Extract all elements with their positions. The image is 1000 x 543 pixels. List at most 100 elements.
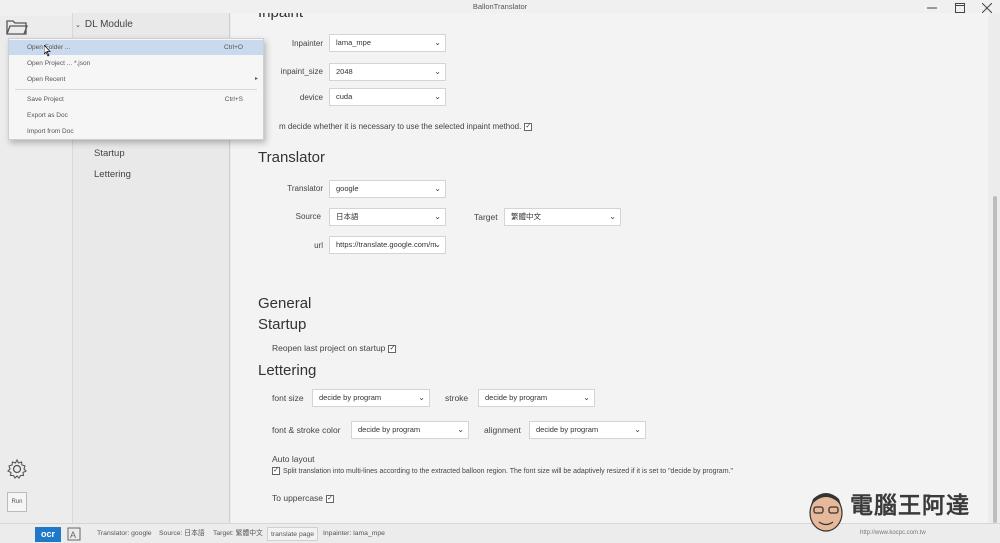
menu-export-doc-label: Export as Doc: [27, 112, 68, 119]
menu-open-folder-shortcut: Ctrl+O: [224, 44, 243, 51]
chevron-down-icon: ⌄: [457, 425, 464, 434]
font-size-label: font size: [272, 393, 304, 403]
watermark-text: 電腦王阿達: [850, 492, 970, 518]
url-label: url: [314, 241, 323, 250]
device-select[interactable]: cuda ⌄: [329, 88, 446, 106]
uppercase-label: To uppercase: [272, 493, 324, 503]
menu-open-project[interactable]: Open Project ... *.json: [9, 56, 263, 71]
chevron-down-icon: ⌄: [609, 212, 616, 221]
font-size-value: decide by program: [319, 393, 382, 402]
target-value: 繁體中文: [511, 212, 541, 221]
text-detect-icon[interactable]: A: [67, 527, 83, 542]
run-button[interactable]: Run: [7, 492, 27, 512]
inpaint-size-value: 2048: [336, 67, 353, 76]
settings-gear-icon[interactable]: [6, 458, 28, 480]
auto-layout-row[interactable]: ✓ Split translation into multi-lines acco…: [272, 467, 733, 475]
source-label: Source: [295, 212, 321, 221]
menu-save-project-shortcut: Ctrl+S: [224, 96, 243, 103]
device-value: cuda: [336, 92, 353, 101]
watermark-url: http://www.kocpc.com.tw: [860, 530, 926, 536]
inpaint-checkbox[interactable]: ✓: [524, 122, 533, 131]
chevron-down-icon: ⌄: [434, 67, 441, 76]
chevron-down-icon: ⌄: [434, 92, 441, 101]
nav-item-lettering[interactable]: Lettering: [94, 169, 131, 180]
translator-value: google: [336, 184, 359, 193]
nav-item-startup[interactable]: Startup: [94, 148, 125, 159]
alignment-select[interactable]: decide by program ⌄: [529, 421, 646, 439]
chevron-right-icon: ▸: [254, 76, 258, 82]
source-value: 日本語: [336, 212, 359, 221]
source-select[interactable]: 日本語 ⌄: [329, 208, 446, 226]
stroke-label: stroke: [445, 393, 469, 403]
translator-select[interactable]: google ⌄: [329, 180, 446, 198]
uppercase-checkbox[interactable]: ✓: [326, 494, 335, 503]
font-size-select[interactable]: decide by program ⌄: [312, 389, 430, 407]
auto-layout-label: Auto layout: [272, 454, 315, 464]
chevron-down-icon: ⌄: [583, 393, 590, 402]
reopen-label: Reopen last project on startup: [272, 343, 386, 353]
inpainter-label: Inpainter: [291, 39, 323, 48]
menu-open-recent[interactable]: Open Recent ▸: [9, 72, 263, 87]
inpaint-check-row[interactable]: m decide whether it is necessary to use …: [279, 122, 533, 131]
menu-export-doc[interactable]: Export as Doc: [9, 108, 263, 123]
alignment-value: decide by program: [536, 425, 599, 434]
open-folder-icon[interactable]: [6, 18, 28, 36]
menu-open-project-label: Open Project ... *.json: [27, 60, 91, 67]
watermark-mascot-icon: [809, 493, 843, 532]
target-label: Target: [474, 212, 498, 222]
menu-save-project-label: Save Project: [27, 96, 64, 103]
nav-header-label: DL Module: [84, 19, 133, 30]
status-target: Target: 繁體中文: [213, 530, 263, 537]
status-source: Source: 日本語: [159, 530, 205, 537]
reopen-row[interactable]: Reopen last project on startup ✓: [272, 343, 397, 353]
color-select[interactable]: decide by program ⌄: [351, 421, 469, 439]
url-select[interactable]: https://translate.google.com/m ⌄: [329, 236, 446, 254]
inpaint-size-select[interactable]: 2048 ⌄: [329, 63, 446, 81]
reopen-checkbox[interactable]: ✓: [388, 344, 397, 353]
menu-save-project[interactable]: Save Project Ctrl+S: [9, 92, 263, 107]
content-scrollbar[interactable]: [990, 13, 1000, 523]
config-content: Inpaint Inpainter lama_mpe ⌄ inpaint_size…: [231, 13, 988, 523]
status-inpainter: Inpainter: lama_mpe: [323, 530, 385, 537]
maximize-icon: [955, 3, 965, 13]
ocr-button[interactable]: ocr: [35, 527, 61, 542]
menu-import-doc-label: Import from Doc: [27, 128, 74, 135]
close-icon: [982, 3, 992, 13]
inpaint-size-label: inpaint_size: [280, 67, 323, 76]
chevron-down-icon: ⌄: [75, 21, 81, 29]
minimize-icon: [927, 7, 937, 9]
status-bar: ocr A Translator: google Source: 日本語 Tar…: [0, 523, 1000, 543]
stroke-value: decide by program: [485, 393, 548, 402]
color-label: font & stroke color: [272, 425, 341, 435]
stroke-select[interactable]: decide by program ⌄: [478, 389, 595, 407]
translator-title: Translator: [258, 149, 325, 166]
menu-separator: [15, 89, 257, 90]
window-title: BallonTranslator: [472, 2, 528, 11]
auto-layout-checkbox[interactable]: ✓: [272, 467, 280, 475]
inpainter-select[interactable]: lama_mpe ⌄: [329, 34, 446, 52]
startup-title: Startup: [258, 316, 307, 333]
chevron-down-icon: ⌄: [634, 425, 641, 434]
url-value: https://translate.google.com/m: [336, 240, 437, 249]
chevron-down-icon: ⌄: [434, 240, 441, 249]
inpaint-check-label: m decide whether it is necessary to use …: [279, 122, 522, 131]
chevron-down-icon: ⌄: [434, 184, 441, 193]
watermark: 電腦王阿達: [850, 486, 970, 520]
svg-text:A: A: [70, 530, 76, 540]
uppercase-row[interactable]: To uppercase ✓: [272, 493, 335, 503]
inpainter-value: lama_mpe: [336, 38, 372, 47]
menu-import-doc[interactable]: Import from Doc: [9, 124, 263, 139]
alignment-label: alignment: [484, 425, 521, 435]
scroll-thumb[interactable]: [993, 196, 997, 523]
translate-page-button[interactable]: translate page: [267, 527, 319, 541]
chevron-down-icon: ⌄: [434, 212, 441, 221]
target-select[interactable]: 繁體中文 ⌄: [504, 208, 621, 226]
inpaint-title: Inpaint: [258, 13, 303, 21]
nav-dl-module[interactable]: ⌄ DL Module: [75, 19, 133, 30]
device-label: device: [299, 93, 323, 102]
general-title: General: [258, 295, 312, 312]
mouse-pointer-icon: [44, 45, 51, 57]
color-value: decide by program: [358, 425, 421, 434]
chevron-down-icon: ⌄: [434, 38, 441, 47]
menu-open-recent-label: Open Recent: [27, 76, 66, 83]
